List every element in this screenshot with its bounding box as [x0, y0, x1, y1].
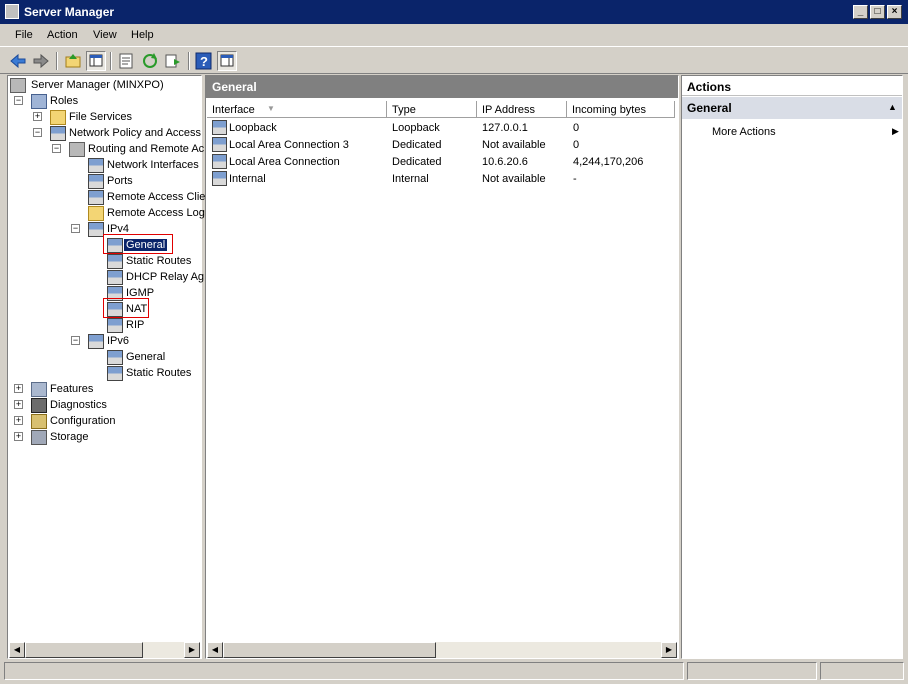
forward-arrow-icon	[33, 53, 49, 69]
expand-toggle[interactable]: +	[14, 400, 23, 409]
sort-descending-icon: ▼	[267, 104, 275, 113]
general-icon	[107, 350, 123, 365]
scroll-left-arrow-icon[interactable]: ◀	[9, 642, 25, 658]
file-services-icon	[50, 110, 66, 125]
network-interface-icon	[212, 154, 227, 169]
dhcp-relay-icon	[107, 270, 123, 285]
folder-up-icon	[65, 54, 81, 68]
back-button[interactable]	[8, 51, 28, 71]
toolbar-separator	[188, 52, 190, 70]
collapse-toggle[interactable]: −	[52, 144, 61, 153]
collapse-toggle[interactable]: −	[33, 128, 42, 137]
column-header-type[interactable]: Type	[387, 101, 477, 118]
rip-icon	[107, 318, 123, 333]
scroll-left-arrow-icon[interactable]: ◀	[207, 642, 223, 658]
status-bar-main	[4, 662, 684, 680]
remote-access-logging-icon	[88, 206, 104, 221]
expand-toggle[interactable]: +	[14, 416, 23, 425]
features-icon	[31, 382, 47, 397]
window-title: Server Manager	[24, 5, 115, 19]
network-interface-icon	[212, 171, 227, 186]
export-list-button[interactable]	[163, 51, 183, 71]
scroll-right-arrow-icon[interactable]: ▶	[661, 642, 677, 658]
results-header: General	[206, 76, 678, 98]
status-bar-cell	[687, 662, 817, 680]
toolbar: ?	[0, 46, 908, 74]
toolbar-separator	[56, 52, 58, 70]
actions-title: Actions	[682, 76, 902, 96]
submenu-arrow-icon: ▶	[892, 126, 899, 136]
toolbar-separator	[110, 52, 112, 70]
console-tree: Server Manager (MINXPO) − Roles + File S…	[7, 75, 205, 659]
refresh-button[interactable]	[140, 51, 160, 71]
storage-icon	[31, 430, 47, 445]
title-bar: Server Manager _ □ ×	[0, 0, 908, 24]
forward-button[interactable]	[31, 51, 51, 71]
ipv4-icon	[88, 222, 104, 237]
status-bar-cell	[820, 662, 904, 680]
network-interface-icon	[212, 120, 227, 135]
menu-view[interactable]: View	[93, 29, 117, 41]
show-hide-console-tree-button[interactable]	[86, 51, 106, 71]
action-pane-icon	[220, 54, 234, 67]
column-header-interface[interactable]: Interface ▼	[207, 101, 387, 118]
export-list-icon	[165, 54, 180, 68]
properties-icon	[119, 53, 133, 69]
back-arrow-icon	[10, 53, 26, 69]
svg-text:?: ?	[200, 54, 208, 69]
console-tree-icon	[89, 54, 103, 67]
configuration-icon	[31, 414, 47, 429]
up-one-level-button[interactable]	[63, 51, 83, 71]
help-button[interactable]: ?	[194, 51, 214, 71]
ipv6-icon	[88, 334, 104, 349]
expand-toggle[interactable]: +	[14, 432, 23, 441]
column-header-incoming-bytes[interactable]: Incoming bytes	[567, 101, 675, 118]
remote-access-clients-icon	[88, 190, 104, 205]
server-manager-icon	[5, 4, 19, 19]
expand-toggle[interactable]: +	[33, 112, 42, 121]
routing-server-icon	[69, 142, 85, 157]
scroll-right-arrow-icon[interactable]: ▶	[184, 642, 200, 658]
menu-help[interactable]: Help	[131, 29, 154, 41]
help-icon: ?	[195, 52, 212, 70]
roles-icon	[31, 94, 47, 109]
menu-bar: File Action View Help	[0, 24, 908, 46]
actions-section-general[interactable]: General ▲	[682, 97, 902, 119]
results-horizontal-scrollbar[interactable]: ◀ ▶	[207, 642, 677, 658]
server-manager-icon	[10, 78, 26, 93]
network-interfaces-icon	[88, 158, 104, 173]
menu-file[interactable]: File	[15, 29, 33, 41]
show-hide-action-pane-button[interactable]	[217, 51, 237, 71]
collapse-up-icon[interactable]: ▲	[888, 102, 897, 112]
static-routes-icon	[107, 254, 123, 269]
diagnostics-icon	[31, 398, 47, 413]
ports-icon	[88, 174, 104, 189]
network-policy-icon	[50, 126, 66, 141]
column-header-ip-address[interactable]: IP Address	[477, 101, 567, 118]
collapse-toggle[interactable]: −	[71, 224, 80, 233]
properties-button[interactable]	[116, 51, 136, 71]
collapse-toggle[interactable]: −	[14, 96, 23, 105]
close-button[interactable]: ×	[887, 5, 902, 19]
static-routes-icon	[107, 366, 123, 381]
nat-icon	[107, 302, 123, 317]
minimize-button[interactable]: _	[853, 5, 868, 19]
more-actions-item[interactable]: More Actions ▶	[712, 126, 899, 142]
scroll-thumb[interactable]	[25, 642, 143, 658]
scroll-thumb[interactable]	[223, 642, 436, 658]
network-interface-icon	[212, 137, 227, 152]
general-icon	[107, 238, 123, 253]
menu-action[interactable]: Action	[47, 29, 78, 41]
collapse-toggle[interactable]: −	[71, 336, 80, 345]
expand-toggle[interactable]: +	[14, 384, 23, 393]
results-pane: General Interface ▼ Type IP Address Inco…	[205, 75, 679, 659]
tree-horizontal-scrollbar[interactable]: ◀ ▶	[9, 642, 200, 658]
maximize-button[interactable]: □	[870, 5, 885, 19]
refresh-icon	[143, 53, 157, 68]
results-title: General	[212, 80, 257, 94]
actions-pane: Actions General ▲ More Actions ▶	[681, 75, 903, 659]
